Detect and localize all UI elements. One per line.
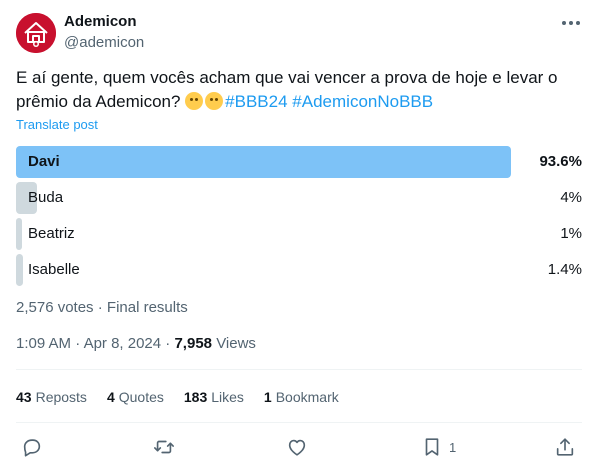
more-icon (569, 21, 573, 25)
author-name[interactable]: Ademicon (64, 13, 137, 31)
poll-option-percent: 93.6% (539, 153, 582, 170)
repost-icon (154, 440, 174, 454)
poll-summary: 2,576 votes · Final results (16, 299, 188, 317)
quotes-stat[interactable]: 4 Quotes (107, 388, 164, 406)
bookmarks-label: Bookmark (275, 389, 339, 405)
separator: · (161, 335, 175, 352)
ademicon-logo-icon (16, 13, 56, 53)
poll-option-label: Davi (28, 153, 60, 170)
quotes-label: Quotes (118, 389, 164, 405)
likes-count: 183 (183, 389, 208, 405)
likes-stat[interactable]: 183 Likes (184, 388, 244, 406)
poll-option-label: Beatriz (28, 225, 75, 242)
more-icon (576, 21, 580, 25)
divider (16, 422, 582, 423)
poll-option-percent: 4% (560, 189, 582, 206)
poll-votes: 2,576 votes (16, 299, 94, 316)
bookmarks-stat[interactable]: 1 Bookmark (264, 388, 339, 406)
poll-option-percent: 1% (560, 225, 582, 242)
poll-result-bar (16, 218, 22, 250)
poll-status: Final results (106, 299, 188, 316)
tweet-text: E aí gente, quem vocês acham que vai ven… (16, 66, 582, 114)
translate-post-link[interactable]: Translate post (16, 117, 98, 133)
poll-option: Davi 93.6% (16, 146, 582, 178)
poll: Davi 93.6% Buda 4% Beatriz 1% Isabelle 1… (16, 146, 582, 290)
thinking-face-icon (185, 92, 204, 110)
heart-icon (288, 439, 306, 456)
poll-option-percent: 1.4% (547, 261, 582, 278)
separator: · (71, 335, 84, 352)
reply-button[interactable] (21, 434, 43, 460)
thinking-face-icon (205, 92, 224, 110)
poll-option: Isabelle 1.4% (16, 254, 582, 286)
like-button[interactable] (286, 434, 308, 460)
poll-option-label: Buda (28, 189, 64, 206)
views-count: 7,958 (174, 335, 213, 352)
tweet-date[interactable]: Apr 8, 2024 (84, 335, 162, 352)
hashtag-link[interactable]: #AdemiconNoBBB (292, 92, 433, 111)
share-button[interactable] (554, 434, 576, 460)
tweet-time[interactable]: 1:09 AM (16, 335, 71, 352)
repost-button[interactable] (153, 434, 175, 460)
reply-icon (23, 439, 41, 457)
poll-option-label: Isabelle (28, 261, 80, 278)
separator: · (93, 299, 107, 316)
reposts-label: Reposts (35, 389, 87, 405)
engagement-stats: 43 Reposts 4 Quotes 183 Likes 1 Bookmark (16, 388, 339, 406)
tweet-actions: 1 (16, 434, 582, 460)
more-icon (562, 21, 566, 25)
bookmark-count: 1 (449, 439, 457, 455)
likes-label: Likes (211, 389, 244, 405)
author-handle[interactable]: @ademicon (64, 33, 144, 53)
divider (16, 369, 582, 370)
poll-result-bar (16, 254, 23, 286)
reposts-stat[interactable]: 43 Reposts (16, 388, 87, 406)
bookmark-button[interactable]: 1 (421, 434, 456, 460)
quotes-count: 4 (106, 389, 115, 405)
more-options-button[interactable] (562, 16, 582, 30)
poll-option: Beatriz 1% (16, 218, 582, 250)
avatar[interactable] (16, 13, 56, 53)
poll-result-bar (16, 146, 511, 178)
views-label: Views (216, 335, 256, 352)
share-icon (556, 438, 574, 456)
bookmarks-count: 1 (263, 389, 272, 405)
tweet-header: Ademicon @ademicon (16, 12, 582, 56)
hashtag-link[interactable]: #BBB24 (225, 92, 287, 111)
tweet-timestamp: 1:09 AM · Apr 8, 2024 · 7,958 Views (16, 335, 256, 353)
bookmark-icon (425, 438, 439, 456)
poll-option: Buda 4% (16, 182, 582, 214)
reposts-count: 43 (16, 389, 32, 405)
